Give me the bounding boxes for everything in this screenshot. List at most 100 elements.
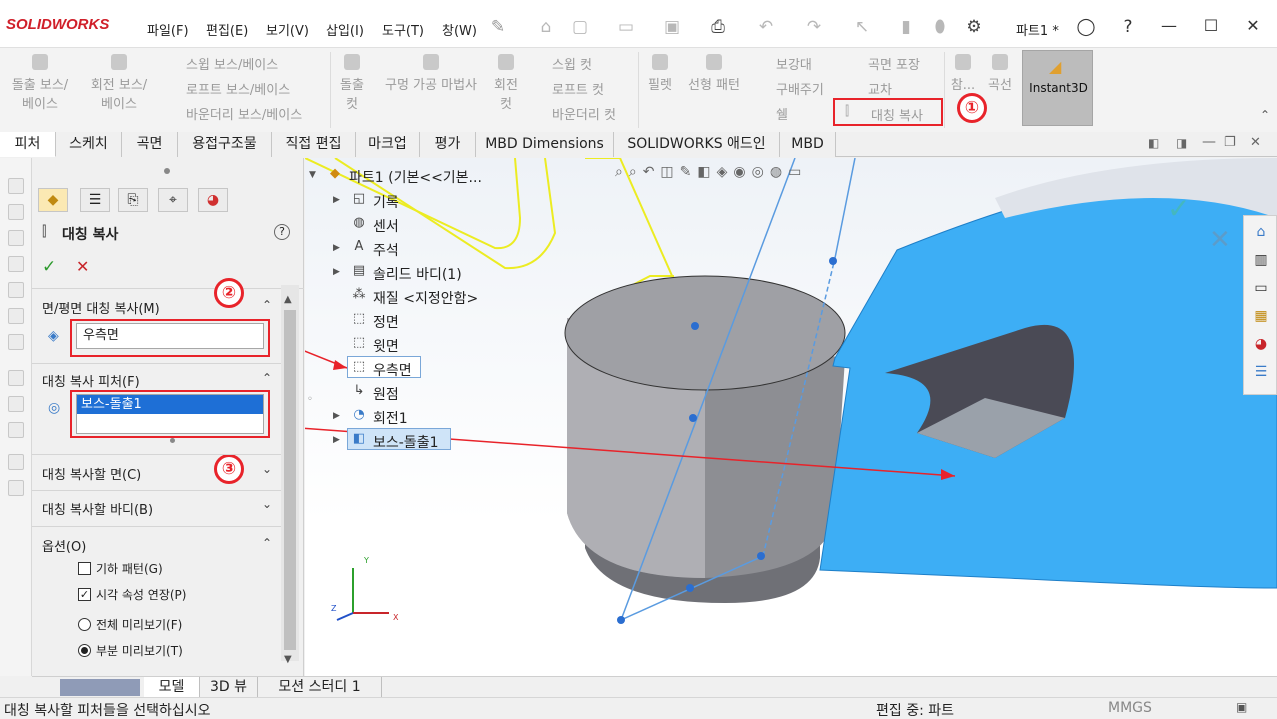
dynamic-annotation-icon[interactable]: ✎	[680, 164, 698, 180]
tree-expand-icon[interactable]: ▶	[333, 267, 340, 277]
feature-manager-tab[interactable]: ◆	[38, 188, 68, 212]
sweep-cut-button[interactable]: 스윕 컷	[530, 54, 592, 73]
tool-icon[interactable]	[8, 204, 24, 220]
display-style-icon[interactable]: ◈	[717, 164, 734, 180]
maximize-doc-icon[interactable]: ❐	[1224, 135, 1236, 150]
view-orientation-icon[interactable]: ◧	[697, 164, 716, 180]
new-icon[interactable]: ▢	[570, 17, 590, 37]
tool-icon[interactable]	[8, 480, 24, 496]
pane-right-icon[interactable]: ◨	[1176, 136, 1187, 150]
help-icon[interactable]: ?	[274, 224, 290, 240]
revolve-boss-button[interactable]: 회전 보스/ 베이스	[86, 54, 152, 112]
full-preview-radio[interactable]	[78, 618, 91, 631]
display-manager-tab[interactable]: ◕	[198, 188, 228, 212]
draft-button[interactable]: 구배주기	[754, 79, 824, 98]
tree-expand-icon[interactable]: ▶	[333, 243, 340, 253]
tool-icon[interactable]	[8, 256, 24, 272]
mirror-button[interactable]: ⫿ 대칭 복사	[833, 98, 943, 126]
tree-item[interactable]: 윗면	[373, 336, 399, 356]
instant3d-button[interactable]: ◢ Instant3D	[1022, 50, 1093, 126]
design-library-icon[interactable]: ▥	[1251, 250, 1271, 270]
minimize-button[interactable]: —	[1157, 16, 1181, 36]
menu-tools[interactable]: 도구(T)	[382, 20, 424, 39]
tab-sketch[interactable]: 스케치	[56, 132, 122, 157]
dimxpert-tab[interactable]: ⌖	[158, 188, 188, 212]
ok-button[interactable]: ✓	[42, 257, 56, 277]
close-button[interactable]: ✕	[1241, 16, 1265, 36]
drag-handle[interactable]	[164, 168, 170, 174]
tree-expand-icon[interactable]: ▶	[333, 411, 340, 421]
tree-root-label[interactable]: 파트1 (기본<<기본...	[349, 167, 482, 187]
tool-icon[interactable]	[8, 422, 24, 438]
tab-evaluate[interactable]: 평가	[420, 132, 476, 157]
options-icon[interactable]: ⚙	[964, 17, 984, 37]
tab-scroll-buttons[interactable]	[60, 679, 140, 696]
tree-item[interactable]: 기록	[373, 192, 399, 212]
tab-direct-editing[interactable]: 직접 편집	[272, 132, 356, 157]
collapse-ribbon-icon[interactable]: ⌃	[1260, 108, 1270, 122]
flyout-handle[interactable]: ◦	[307, 394, 313, 405]
tree-item[interactable]: 센서	[373, 216, 399, 236]
tool-icon[interactable]	[8, 454, 24, 470]
units-indicator[interactable]: MMGS	[1108, 700, 1152, 716]
home-icon[interactable]: ⌂	[1251, 222, 1271, 242]
tool-icon[interactable]	[8, 282, 24, 298]
geometry-pattern-checkbox[interactable]	[78, 562, 91, 575]
chevron-up-icon[interactable]: ⌃	[262, 298, 272, 312]
tool-icon[interactable]	[8, 178, 24, 194]
view-settings-icon[interactable]: ▭	[788, 164, 807, 180]
menu-window[interactable]: 창(W)	[442, 20, 477, 39]
tab-surfaces[interactable]: 곡면	[122, 132, 178, 157]
resize-handle[interactable]	[170, 438, 175, 443]
tool-icon[interactable]	[8, 370, 24, 386]
chevron-up-icon[interactable]: ⌃	[262, 536, 272, 550]
list-item[interactable]: 보스-돌출1	[77, 395, 263, 414]
custom-properties-icon[interactable]: ☰	[1251, 362, 1271, 382]
boundary-cut-button[interactable]: 바운더리 컷	[530, 104, 616, 123]
confirm-corner-cancel-icon[interactable]: ✕	[1209, 225, 1231, 255]
intersect-button[interactable]: 교차	[846, 79, 892, 98]
traffic-light-icon[interactable]: ⬮	[930, 17, 950, 37]
tab-markup[interactable]: 마크업	[356, 132, 420, 157]
chevron-down-icon[interactable]: ⌄	[262, 462, 272, 476]
cancel-button[interactable]: ✕	[76, 257, 89, 276]
chevron-down-icon[interactable]: ⌄	[262, 497, 272, 511]
linear-pattern-button[interactable]: 선형 패턴	[682, 54, 746, 93]
close-doc-icon[interactable]: ✕	[1250, 135, 1261, 150]
tree-expand-icon[interactable]: ▶	[333, 195, 340, 205]
revolve-cut-button[interactable]: 회전 컷	[488, 54, 524, 112]
menu-file[interactable]: 파일(F)	[147, 20, 189, 39]
reference-geometry-button[interactable]: 참...	[948, 54, 978, 93]
tree-item[interactable]: 솔리드 바디(1)	[373, 264, 462, 284]
edit-appearance-icon[interactable]: ◎	[752, 164, 770, 180]
sweep-boss-button[interactable]: 스윕 보스/베이스	[164, 54, 278, 73]
tree-item[interactable]: 회전1	[373, 408, 408, 428]
undo-icon[interactable]: ↶	[756, 17, 776, 37]
scroll-up-icon[interactable]: ▲	[284, 294, 292, 305]
graphics-area[interactable]: ✓ ✕ Y X Z ⌕⌕↶◫✎◧◈◉◎◍▭ ▼ ◆ 파트1 (기본<<기본...…	[305, 158, 1277, 676]
tool-icon[interactable]	[8, 396, 24, 412]
tool-icon[interactable]	[8, 334, 24, 350]
wrap-button[interactable]: 곡면 포장	[846, 54, 920, 73]
menu-insert[interactable]: 삽입(I)	[326, 20, 364, 39]
appearances-icon[interactable]: ◕	[1251, 334, 1271, 354]
tree-item[interactable]: 재질 <지정안함>	[373, 288, 478, 308]
cylinder-top-face[interactable]	[564, 275, 846, 391]
home-icon[interactable]: ⌂	[536, 17, 556, 37]
restore-doc-icon[interactable]: —	[1202, 134, 1216, 150]
user-icon[interactable]: ◯	[1076, 17, 1096, 37]
tree-item[interactable]: 주석	[373, 240, 399, 260]
tree-expand-icon[interactable]: ▼	[309, 170, 316, 180]
boundary-boss-button[interactable]: 바운더리 보스/베이스	[164, 104, 302, 123]
tree-expand-icon[interactable]: ▶	[333, 435, 340, 445]
shell-button[interactable]: 쉘	[754, 104, 788, 123]
pane-left-icon[interactable]: ◧	[1148, 136, 1159, 150]
tab-weldments[interactable]: 용접구조물	[178, 132, 272, 157]
tab-mbd[interactable]: MBD	[780, 132, 836, 157]
configuration-manager-tab[interactable]: ⎘	[118, 188, 148, 212]
loft-cut-button[interactable]: 로프트 컷	[530, 79, 604, 98]
tab-3d-view[interactable]: 3D 뷰	[200, 677, 258, 698]
features-list[interactable]: 보스-돌출1	[76, 394, 264, 434]
rib-button[interactable]: 보강대	[754, 54, 812, 73]
open-icon[interactable]: ▭	[616, 17, 636, 37]
